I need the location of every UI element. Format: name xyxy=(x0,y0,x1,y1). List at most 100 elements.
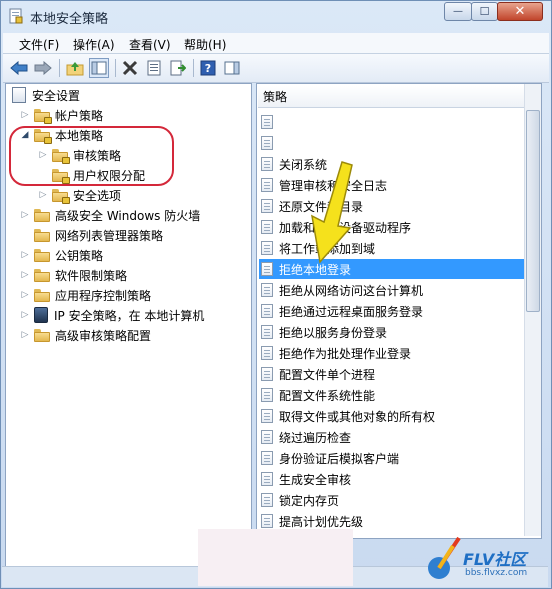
policy-row[interactable]: 提高计划优先级 xyxy=(261,511,363,531)
expand-arrow-icon[interactable]: ▷ xyxy=(20,110,30,120)
policy-document-icon xyxy=(261,283,273,297)
delete-x-icon xyxy=(122,60,138,76)
policy-document-icon xyxy=(261,472,273,486)
policy-row[interactable]: 拒绝以服务身份登录 xyxy=(261,322,387,342)
maximize-button[interactable]: ☐ xyxy=(471,2,498,21)
properties-button[interactable] xyxy=(144,58,164,78)
folder-icon xyxy=(34,288,50,302)
policy-row[interactable]: 绕过遍历检查 xyxy=(261,427,351,447)
lock-icon xyxy=(44,116,52,124)
folder-up-icon xyxy=(66,62,84,76)
policy-document-icon xyxy=(261,493,273,507)
policy-document-icon xyxy=(261,241,273,255)
show-hide-tree-button[interactable] xyxy=(89,58,109,78)
security-policy-app-icon xyxy=(9,8,23,24)
window-title: 本地安全策略 xyxy=(30,12,109,27)
close-button[interactable]: ✕ xyxy=(497,2,543,21)
policy-document-icon xyxy=(261,388,273,402)
policy-label: 拒绝通过远程桌面服务登录 xyxy=(279,304,424,319)
menu-action[interactable]: 操作(A) xyxy=(73,36,115,53)
policy-document-icon xyxy=(261,346,273,360)
tree-item[interactable]: ▷ IP 安全策略，在 本地计算机 xyxy=(20,305,204,325)
tree-item-label: 公钥策略 xyxy=(55,248,104,263)
policy-row[interactable]: 生成安全审核 xyxy=(261,469,351,489)
expand-arrow-icon[interactable]: ▷ xyxy=(38,190,48,200)
site-logo: FLV社区 bbs.flvxz.com xyxy=(425,528,550,588)
up-one-level-button[interactable] xyxy=(65,58,85,78)
policy-row[interactable]: 拒绝作为批处理作业登录 xyxy=(261,343,411,363)
policy-row[interactable] xyxy=(261,133,279,153)
tree-item-label: 帐户策略 xyxy=(55,108,104,123)
policy-row[interactable]: 配置文件单个进程 xyxy=(261,364,375,384)
policy-row[interactable]: 配置文件系统性能 xyxy=(261,385,375,405)
policy-document-icon xyxy=(261,262,273,276)
policy-row[interactable]: 拒绝本地登录 xyxy=(259,259,524,279)
tree-item-label: 网络列表管理器策略 xyxy=(55,228,164,243)
tree-item[interactable]: ▷ 公钥策略 xyxy=(20,245,103,265)
policy-column-header[interactable]: 策略 xyxy=(258,86,524,108)
policy-label: 配置文件单个进程 xyxy=(279,367,376,382)
title-bar[interactable]: 本地安全策略 — ☐ ✕ xyxy=(1,1,551,31)
annotation-arrow-icon xyxy=(311,161,353,264)
export-list-button[interactable] xyxy=(168,58,188,78)
scrollbar-thumb[interactable] xyxy=(526,110,540,312)
policy-label: 拒绝以服务身份登录 xyxy=(279,325,388,340)
back-arrow-icon xyxy=(10,61,28,75)
tree-item[interactable]: ▷ 帐户策略 xyxy=(20,105,103,125)
policy-row[interactable]: 拒绝从网络访问这台计算机 xyxy=(261,280,423,300)
tree-item[interactable]: ▷ 应用程序控制策略 xyxy=(20,285,151,305)
tree-item-label: 高级审核策略配置 xyxy=(55,328,152,343)
minimize-button[interactable]: — xyxy=(444,2,472,21)
tree-item[interactable]: ▷ 安全选项 xyxy=(38,185,121,205)
maximize-icon: ☐ xyxy=(479,5,490,18)
tree-item[interactable]: 网络列表管理器策略 xyxy=(20,225,163,245)
lock-icon xyxy=(44,136,52,144)
toolbar: ? xyxy=(3,54,549,83)
help-button[interactable]: ? xyxy=(198,58,218,78)
policy-document-icon xyxy=(261,304,273,318)
tree-item[interactable]: ▷ 高级安全 Windows 防火墙 xyxy=(20,205,200,225)
policy-row[interactable] xyxy=(261,112,279,132)
expand-arrow-icon[interactable]: ▷ xyxy=(20,210,30,220)
menu-file[interactable]: 文件(F) xyxy=(19,36,59,53)
expand-arrow-icon[interactable]: ▷ xyxy=(20,270,30,280)
properties-icon xyxy=(147,60,161,76)
policy-document-icon xyxy=(261,367,273,381)
policy-document-icon xyxy=(261,409,273,423)
expand-arrow-icon[interactable]: ▷ xyxy=(20,250,30,260)
delete-button[interactable] xyxy=(120,58,140,78)
tree-item[interactable]: ▷ 软件限制策略 xyxy=(20,265,127,285)
menu-view[interactable]: 查看(V) xyxy=(129,36,171,53)
policy-label: 提高计划优先级 xyxy=(279,514,364,529)
tree-item-label: IP 安全策略，在 本地计算机 xyxy=(54,308,205,323)
policy-document-icon xyxy=(261,325,273,339)
action-pane-icon xyxy=(224,61,240,75)
policy-row[interactable]: 拒绝通过远程桌面服务登录 xyxy=(261,301,423,321)
logo-site-text: bbs.flvxz.com xyxy=(465,568,528,578)
show-action-pane-button[interactable] xyxy=(222,58,242,78)
expand-arrow-icon[interactable]: ▷ xyxy=(20,310,30,320)
policy-row[interactable]: 锁定内存页 xyxy=(261,490,339,510)
policy-label: 身份验证后模拟客户端 xyxy=(279,451,400,466)
svg-text:?: ? xyxy=(205,62,211,75)
policy-label: 拒绝作为批处理作业登录 xyxy=(279,346,412,361)
back-button[interactable] xyxy=(9,58,29,78)
forward-button[interactable] xyxy=(33,58,53,78)
export-list-icon xyxy=(170,60,186,76)
tree-item[interactable]: ▷ 高级审核策略配置 xyxy=(20,325,151,345)
policy-document-icon xyxy=(261,115,273,129)
expand-arrow-icon[interactable]: ▷ xyxy=(20,290,30,300)
policy-document-icon xyxy=(261,178,273,192)
tree-item-label: 安全设置 xyxy=(32,88,81,103)
policy-label: 生成安全审核 xyxy=(279,472,352,487)
policy-row[interactable]: 身份验证后模拟客户端 xyxy=(261,448,399,468)
tree-item[interactable]: 安全设置 xyxy=(12,85,80,105)
help-icon: ? xyxy=(200,60,216,76)
policy-row[interactable]: 取得文件或其他对象的所有权 xyxy=(261,406,435,426)
policy-label: 拒绝从网络访问这台计算机 xyxy=(279,283,424,298)
policy-document-icon xyxy=(261,199,273,213)
policy-document-icon xyxy=(261,136,273,150)
menu-help[interactable]: 帮助(H) xyxy=(184,36,226,53)
expand-arrow-icon[interactable]: ▷ xyxy=(20,330,30,340)
tree-item-label: 应用程序控制策略 xyxy=(55,288,152,303)
